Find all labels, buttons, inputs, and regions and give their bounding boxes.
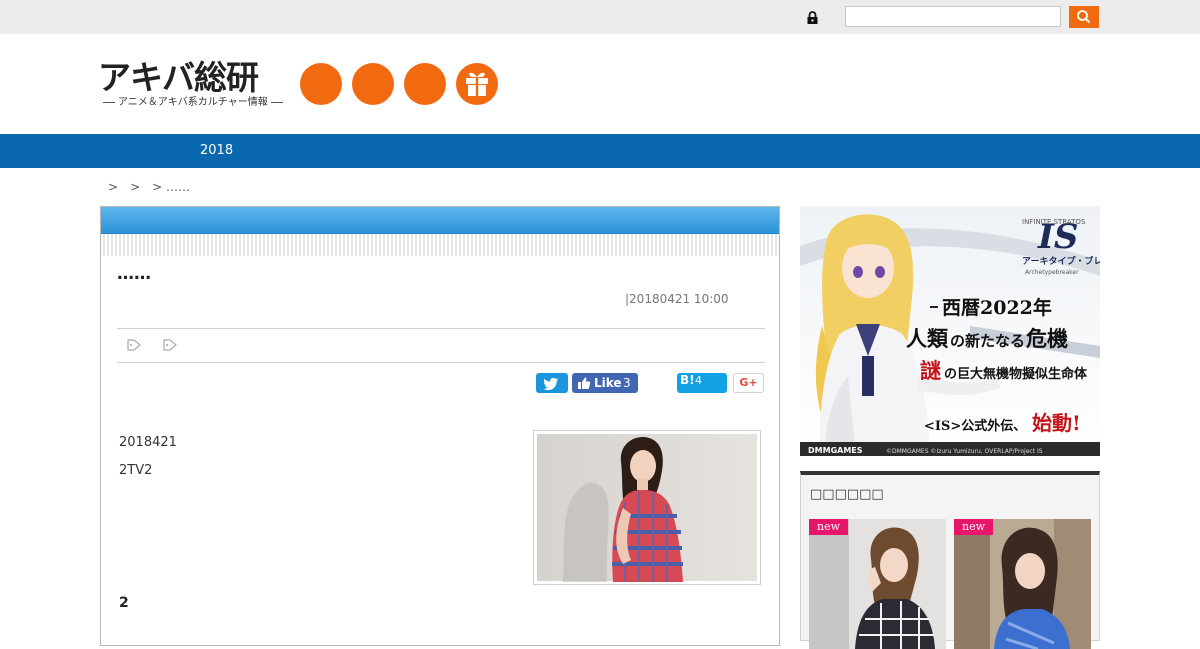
- breadcrumb-separator: >: [108, 180, 119, 194]
- new-badge: new: [954, 519, 993, 535]
- divider: [117, 328, 765, 329]
- ad-line-3a: 謎: [920, 358, 941, 383]
- article-photo[interactable]: [533, 430, 761, 585]
- google-plus-button[interactable]: G+: [733, 373, 764, 393]
- hatena-bookmark-button[interactable]: B! 4: [677, 373, 727, 393]
- hatena-bookmark-icon: B!: [680, 373, 695, 387]
- header-icon-3[interactable]: [404, 63, 446, 105]
- header-icon-2[interactable]: [352, 63, 394, 105]
- hatena-bookmark-count: 4: [695, 374, 702, 387]
- nav-item-2018[interactable]: 2018: [200, 143, 233, 159]
- facebook-like-count: 3: [623, 376, 631, 390]
- ad-banner[interactable]: IS INFINITE STRATOS アーキタイプ・ブレイカー Archety…: [800, 206, 1129, 456]
- ad-product-en: Archetypebreaker: [1025, 269, 1079, 276]
- breadcrumb-separator: >: [130, 180, 141, 194]
- ad-line-2b: の新たなる: [950, 332, 1025, 350]
- tagline-rule-left: [103, 101, 115, 103]
- facebook-like-button[interactable]: Like 3: [572, 373, 638, 393]
- top-bar: [0, 0, 1200, 34]
- sidebar-ranking-box: □□□□□□ new new: [800, 471, 1100, 649]
- thumbs-up-icon: [578, 377, 591, 389]
- new-badge: new: [809, 519, 848, 535]
- breadcrumb: > > > ……: [108, 180, 190, 194]
- tag-icon[interactable]: [127, 339, 141, 351]
- tagline-text: アニメ＆アキバ系カルチャー情報: [118, 97, 268, 108]
- article-paragraph: 2018421: [119, 435, 177, 450]
- article-title: ……: [117, 264, 151, 284]
- ad-line-2c: 危機: [1026, 326, 1068, 351]
- ad-line-4a: <IS>公式外伝、: [924, 418, 1026, 434]
- site-tagline: アニメ＆アキバ系カルチャー情報: [100, 97, 283, 109]
- article-header-bar: [101, 207, 779, 234]
- article-subheading: 2: [119, 595, 129, 611]
- divider: [117, 362, 765, 363]
- article: …… |20180421 10:00 Like 3 B! 4 G+ 201842…: [100, 206, 780, 646]
- ad-line-1: 西暦2022年: [942, 296, 1052, 319]
- ad-logo-sub: INFINITE STRATOS: [1022, 218, 1086, 226]
- main-nav: 2018: [0, 134, 1200, 168]
- tag-icon[interactable]: [163, 339, 177, 351]
- gift-icon: [466, 72, 488, 96]
- search-icon: [1077, 10, 1091, 24]
- tagline-rule-right: [270, 101, 283, 103]
- header-icon-1[interactable]: [300, 63, 342, 105]
- gift-button[interactable]: [456, 63, 498, 105]
- sidebar-box-title: □□□□□□: [810, 487, 884, 502]
- breadcrumb-current: ……: [166, 180, 191, 194]
- lock-icon[interactable]: [806, 11, 819, 24]
- article-date: |20180421 10:00: [625, 292, 729, 306]
- twitter-icon: [543, 377, 558, 391]
- twitter-share-button[interactable]: [536, 373, 568, 393]
- google-plus-icon: G+: [739, 376, 758, 389]
- ad-copyright: ©DMMGAMES ©Izuru Yumizuru, OVERLAP/Proje…: [886, 448, 1043, 455]
- ad-product: アーキタイプ・ブレイカー: [1022, 255, 1100, 267]
- search-button[interactable]: [1069, 6, 1099, 28]
- facebook-like-label: Like: [594, 376, 622, 390]
- ad-graphic: IS INFINITE STRATOS アーキタイプ・ブレイカー Archety…: [800, 206, 1129, 456]
- search-input[interactable]: [845, 6, 1061, 27]
- ad-line-4b: 始動!: [1032, 411, 1081, 435]
- article-header-stripe: [101, 234, 779, 256]
- ad-line-2a: 人類: [906, 326, 949, 351]
- article-paragraph: 2TV2: [119, 463, 153, 478]
- photo-woman-at-event: [537, 434, 757, 582]
- breadcrumb-separator: >: [152, 180, 163, 194]
- ad-line-3b: の巨大無機物擬似生命体: [944, 366, 1088, 382]
- ad-brand: DMMGAMES: [808, 446, 863, 455]
- site-logo[interactable]: アキバ総研: [98, 58, 259, 98]
